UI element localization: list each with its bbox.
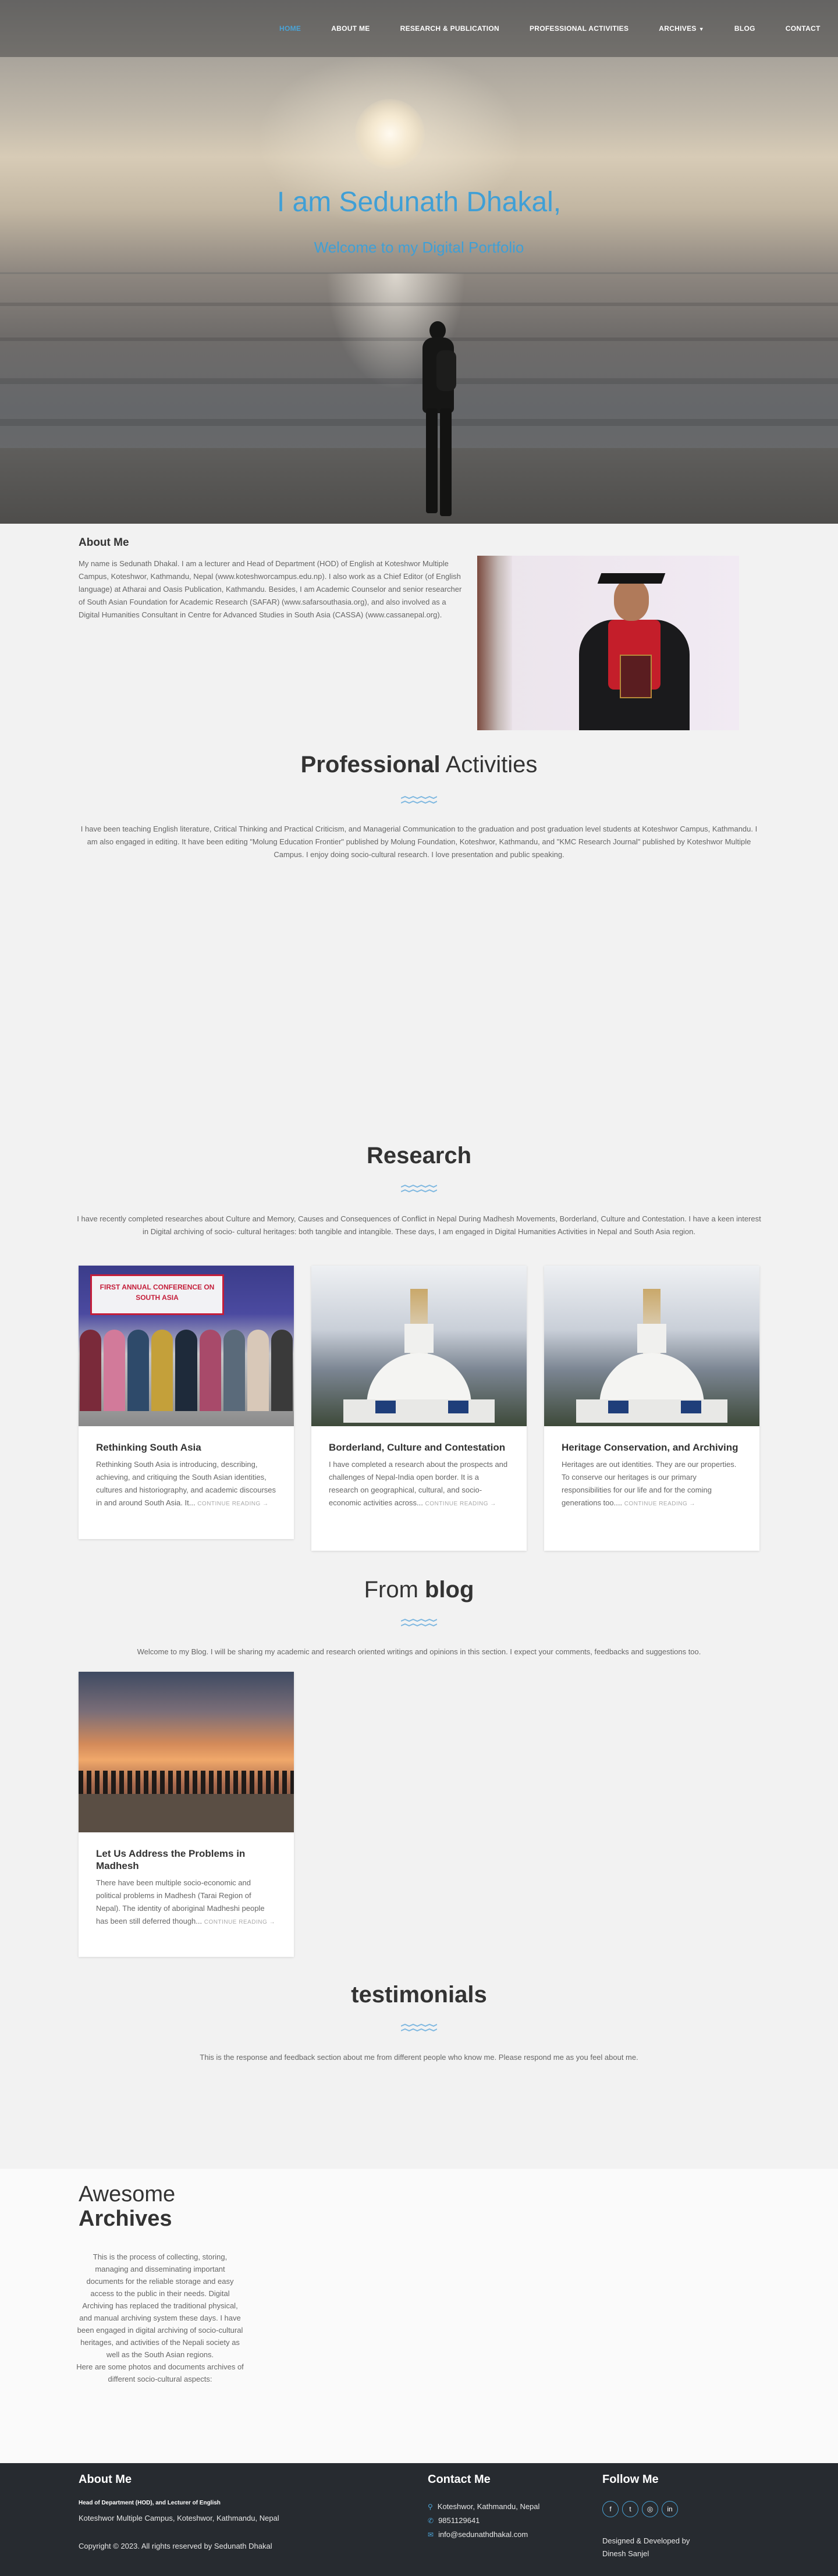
facebook-icon[interactable]: f xyxy=(602,2501,619,2517)
about-text: My name is Sedunath Dhakal. I am a lectu… xyxy=(79,559,462,619)
sunset-beach-photo xyxy=(79,1672,294,1832)
stupa-photo xyxy=(544,1266,759,1426)
nav-archives[interactable]: ARCHIVES ▼ xyxy=(659,24,704,33)
nav-blog[interactable]: BLOG xyxy=(734,24,755,33)
continue-reading-link[interactable]: CONTINUE READING → xyxy=(425,1501,496,1507)
hero-subtitle: Welcome to my Digital Portfolio xyxy=(314,239,524,256)
footer-phone-text: 9851129641 xyxy=(438,2516,480,2525)
card-excerpt-text: Rethinking South Asia is introducing, de… xyxy=(96,1460,276,1507)
footer-follow-heading: Follow Me xyxy=(602,2473,659,2486)
footer-email[interactable]: ✉ info@sedunathdhakal.com xyxy=(428,2530,528,2539)
archives-text-2: Here are some photos and documents archi… xyxy=(76,2362,244,2383)
hero-title: I am Sedunath Dhakal, xyxy=(276,187,562,218)
blog-text: Welcome to my Blog. I will be sharing my… xyxy=(137,1647,701,1656)
conference-photo: FIRST ANNUAL CONFERENCE ON SOUTH ASIA xyxy=(79,1266,294,1426)
research-card[interactable]: Borderland, Culture and Contestation I h… xyxy=(311,1266,527,1551)
zigzag-divider-icon xyxy=(401,1185,437,1193)
footer-address: ⚲ Koteshwor, Kathmandu, Nepal xyxy=(428,2502,539,2511)
footer-phone[interactable]: ✆ 9851129641 xyxy=(428,2516,480,2525)
blog-card[interactable]: Let Us Address the Problems in Madhesh T… xyxy=(79,1672,294,1957)
instagram-icon[interactable]: ◎ xyxy=(642,2501,658,2517)
card-excerpt: Heritages are out identities. They are o… xyxy=(544,1458,759,1511)
nav-about-me[interactable]: ABOUT ME xyxy=(331,24,370,33)
continue-reading-link[interactable]: CONTINUE READING → xyxy=(624,1501,695,1507)
nav-archives-label: ARCHIVES xyxy=(659,24,697,33)
testimonials-text: This is the response and feedback sectio… xyxy=(200,2053,638,2062)
zigzag-divider-icon xyxy=(401,2024,437,2032)
wave xyxy=(0,303,838,306)
archives-title-bold: Archives xyxy=(79,2207,172,2231)
card-title[interactable]: Let Us Address the Problems in Madhesh xyxy=(79,1847,294,1872)
professional-title-rest: Activities xyxy=(440,752,538,777)
card-title[interactable]: Borderland, Culture and Contestation xyxy=(311,1441,527,1454)
footer-email-text: info@sedunathdhakal.com xyxy=(438,2530,528,2539)
envelope-icon: ✉ xyxy=(428,2531,434,2539)
archives-title-light: Awesome xyxy=(79,2182,176,2207)
professional-title: Professional Activities xyxy=(0,752,838,778)
card-title[interactable]: Rethinking South Asia xyxy=(79,1441,294,1454)
location-pin-icon: ⚲ xyxy=(428,2503,433,2511)
sun xyxy=(355,99,425,169)
card-excerpt-text: Heritages are out identities. They are o… xyxy=(562,1460,737,1507)
archives-text: This is the process of collecting, stori… xyxy=(76,2251,244,2385)
professional-title-bold: Professional xyxy=(300,752,441,777)
footer-contact-heading: Contact Me xyxy=(428,2473,491,2486)
nav-home[interactable]: HOME xyxy=(279,24,301,33)
nav-professional-activities[interactable]: PROFESSIONAL ACTIVITIES xyxy=(530,24,628,33)
main-nav: HOME ABOUT ME RESEARCH & PUBLICATION PRO… xyxy=(0,0,838,57)
blog-title-bold: blog xyxy=(425,1577,474,1603)
linkedin-icon[interactable]: in xyxy=(662,2501,678,2517)
card-title[interactable]: Heritage Conservation, and Archiving xyxy=(544,1441,759,1454)
footer-address-text: Koteshwor, Kathmandu, Nepal xyxy=(437,2502,540,2511)
phone-icon: ✆ xyxy=(428,2517,434,2525)
person-silhouette xyxy=(418,321,459,519)
footer-hod: Head of Department (HOD), and Lecturer o… xyxy=(79,2500,221,2506)
research-card[interactable]: Heritage Conservation, and Archiving Her… xyxy=(544,1266,759,1551)
zigzag-divider-icon xyxy=(401,1619,437,1627)
page: HOME ABOUT ME RESEARCH & PUBLICATION PRO… xyxy=(0,0,838,2576)
conference-banner-text: FIRST ANNUAL CONFERENCE ON SOUTH ASIA xyxy=(100,1283,215,1302)
footer-copyright: Copyright © 2023. All rights reserved by… xyxy=(79,2542,272,2550)
blog-title-rest: From xyxy=(364,1577,425,1603)
nav-contact[interactable]: CONTACT xyxy=(786,24,821,33)
hero-banner: HOME ABOUT ME RESEARCH & PUBLICATION PRO… xyxy=(0,0,838,524)
testimonials-title: testimonials xyxy=(351,1982,487,2007)
chevron-down-icon: ▼ xyxy=(698,26,704,32)
research-card[interactable]: FIRST ANNUAL CONFERENCE ON SOUTH ASIA Re… xyxy=(79,1266,294,1539)
footer-about-heading: About Me xyxy=(79,2473,132,2486)
graduation-photo xyxy=(477,556,739,730)
blog-title: From blog xyxy=(0,1577,838,1603)
card-excerpt-text: There have been multiple socio-economic … xyxy=(96,1878,265,1925)
footer-credit: Designed & Developed by Dinesh Sanjel xyxy=(602,2536,690,2558)
about-heading: About Me xyxy=(79,536,129,549)
research-text: I have recently completed researches abo… xyxy=(77,1214,761,1236)
research-title: Research xyxy=(366,1143,472,1168)
nav-research-publication[interactable]: RESEARCH & PUBLICATION xyxy=(400,24,499,33)
continue-reading-link[interactable]: CONTINUE READING → xyxy=(204,1919,275,1925)
card-excerpt: I have completed a research about the pr… xyxy=(311,1458,527,1511)
stupa-photo xyxy=(311,1266,527,1426)
continue-reading-link[interactable]: CONTINUE READING → xyxy=(197,1501,268,1507)
card-excerpt: Rethinking South Asia is introducing, de… xyxy=(79,1458,294,1511)
zigzag-divider-icon xyxy=(401,796,437,804)
archives-text-1: This is the process of collecting, stori… xyxy=(77,2252,243,2359)
twitter-icon[interactable]: t xyxy=(622,2501,638,2517)
professional-text: I have been teaching English literature,… xyxy=(80,825,758,859)
card-excerpt-text: I have completed a research about the pr… xyxy=(329,1460,508,1507)
footer-campus: Koteshwor Multiple Campus, Koteshwor, Ka… xyxy=(79,2514,279,2522)
card-excerpt: There have been multiple socio-economic … xyxy=(79,1877,294,1929)
